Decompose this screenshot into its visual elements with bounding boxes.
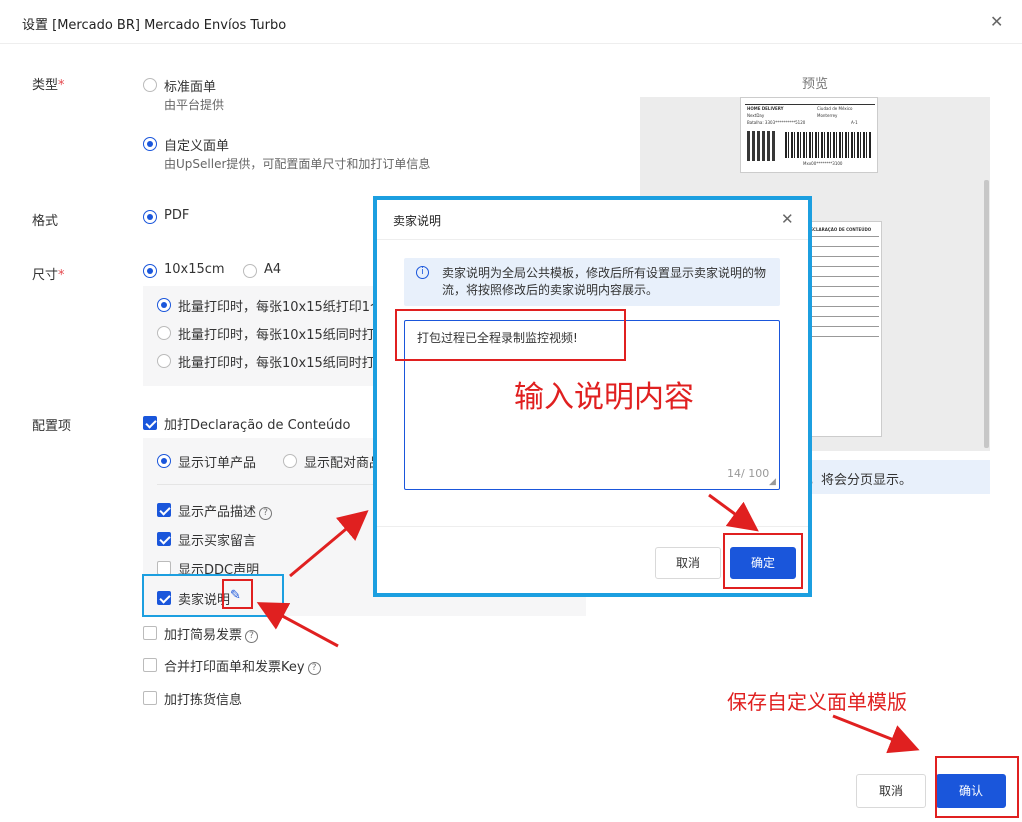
- resize-grip-icon[interactable]: ◢: [769, 477, 776, 487]
- dialog-title: 设置 [Mercado BR] Mercado Envíos Turbo: [22, 18, 287, 33]
- modal-divider: [377, 526, 808, 527]
- preview-scrollbar[interactable]: [984, 180, 989, 448]
- close-icon[interactable]: ✕: [990, 12, 1003, 31]
- type-standard-radio[interactable]: [143, 78, 157, 92]
- batch-option-1-label: 批量打印时，每张10x15纸打印1个面: [178, 300, 397, 315]
- help-icon[interactable]: ?: [259, 507, 273, 520]
- simple-invoice-label: 加打简易发票?: [164, 624, 259, 643]
- batch-option-3-radio[interactable]: [157, 354, 171, 368]
- size-10x15-radio[interactable]: [143, 264, 157, 278]
- show-product-desc-checkbox[interactable]: [157, 503, 171, 517]
- declaration-heading: DECLARAÇÃO DE CONTEÚDO: [807, 227, 872, 232]
- sheet1-line: Ciudad de México: [817, 106, 853, 111]
- size-a4-radio[interactable]: [243, 264, 257, 278]
- show-order-products-label: 显示订单产品: [178, 456, 257, 471]
- size-a4-label: A4: [264, 262, 282, 277]
- close-icon[interactable]: ✕: [781, 210, 794, 228]
- picking-info-checkbox[interactable]: [143, 691, 157, 705]
- type-custom-desc: 由UpSeller提供，可配置面单尺寸和加打订单信息: [164, 157, 431, 171]
- format-label: 格式: [32, 214, 59, 229]
- preview-title: 预览: [802, 77, 829, 92]
- batch-option-1-radio[interactable]: [157, 298, 171, 312]
- show-paired-products-label: 显示配对商品: [304, 456, 383, 471]
- char-count: 14/ 100: [727, 467, 770, 480]
- type-custom-radio[interactable]: [143, 137, 157, 151]
- label-sheet: HOME DELIVERY NextDay Batalha: 3303*****…: [740, 97, 878, 173]
- size-label: 尺寸*: [32, 268, 65, 283]
- type-custom-label: 自定义面单: [164, 139, 230, 154]
- show-paired-products-radio[interactable]: [283, 454, 297, 468]
- sheet1-line: Batalha: 3303**********5120: [747, 120, 806, 125]
- declaracao-label: 加打Declaração de Conteúdo: [164, 418, 351, 433]
- show-buyer-msg-label: 显示买家留言: [178, 534, 257, 549]
- type-label: 类型*: [32, 78, 65, 93]
- sheet1-line: HOME DELIVERY: [747, 106, 784, 111]
- qr-code: [747, 131, 777, 161]
- merge-print-checkbox[interactable]: [143, 658, 157, 672]
- simple-invoice-checkbox[interactable]: [143, 626, 157, 640]
- info-banner: i 卖家说明为全局公共模板，修改后所有设置显示卖家说明的物流，将按照修改后的卖家…: [404, 258, 780, 306]
- format-pdf-radio[interactable]: [143, 210, 157, 224]
- batch-option-2-label: 批量打印时，每张10x15纸同时打印: [178, 328, 388, 343]
- modal-header: 卖家说明 ✕: [377, 200, 808, 240]
- show-order-products-radio[interactable]: [157, 454, 171, 468]
- annotation-blue-box: [142, 574, 284, 617]
- annotation-save-hint: 保存自定义面单模版: [727, 690, 907, 714]
- sheet1-line: A-1: [851, 120, 858, 125]
- show-buyer-msg-checkbox[interactable]: [157, 532, 171, 546]
- help-icon[interactable]: ?: [245, 630, 259, 643]
- config-label: 配置项: [32, 419, 72, 434]
- annotation-red-box: [935, 756, 1019, 818]
- type-standard-desc: 由平台提供: [164, 98, 225, 112]
- dialog-header: 设置 [Mercado BR] Mercado Envíos Turbo ✕: [0, 0, 1022, 44]
- annotation-red-box: [222, 579, 253, 609]
- annotation-input-hint: 输入说明内容: [514, 380, 694, 415]
- annotation-red-box: [723, 533, 803, 589]
- annotation-red-box: [395, 309, 626, 361]
- barcode: [785, 132, 871, 158]
- sheet1-line: Monterrey: [817, 113, 838, 118]
- info-icon: i: [416, 266, 429, 279]
- merge-print-label: 合并打印面单和发票Key?: [164, 656, 321, 675]
- batch-option-2-radio[interactable]: [157, 326, 171, 340]
- show-product-desc-label: 显示产品描述?: [178, 501, 273, 520]
- barcode-caption: Mxx00********3100: [803, 161, 843, 166]
- modal-title: 卖家说明: [393, 214, 442, 228]
- info-text: 卖家说明为全局公共模板，修改后所有设置显示卖家说明的物流，将按照修改后的卖家说明…: [442, 266, 767, 297]
- modal-cancel-button[interactable]: 取消: [655, 547, 721, 579]
- size-10x15-label: 10x15cm: [164, 262, 225, 277]
- declaracao-checkbox[interactable]: [143, 416, 157, 430]
- format-pdf-label: PDF: [164, 208, 190, 223]
- type-standard-label: 标准面单: [164, 80, 217, 95]
- help-icon[interactable]: ?: [307, 662, 321, 675]
- cancel-button[interactable]: 取消: [856, 774, 926, 808]
- sheet1-line: NextDay: [747, 113, 765, 118]
- picking-info-label: 加打拣货信息: [164, 693, 243, 708]
- batch-option-3-label: 批量打印时，每张10x15纸同时打印: [178, 356, 388, 371]
- show-ddc-checkbox[interactable]: [157, 561, 171, 575]
